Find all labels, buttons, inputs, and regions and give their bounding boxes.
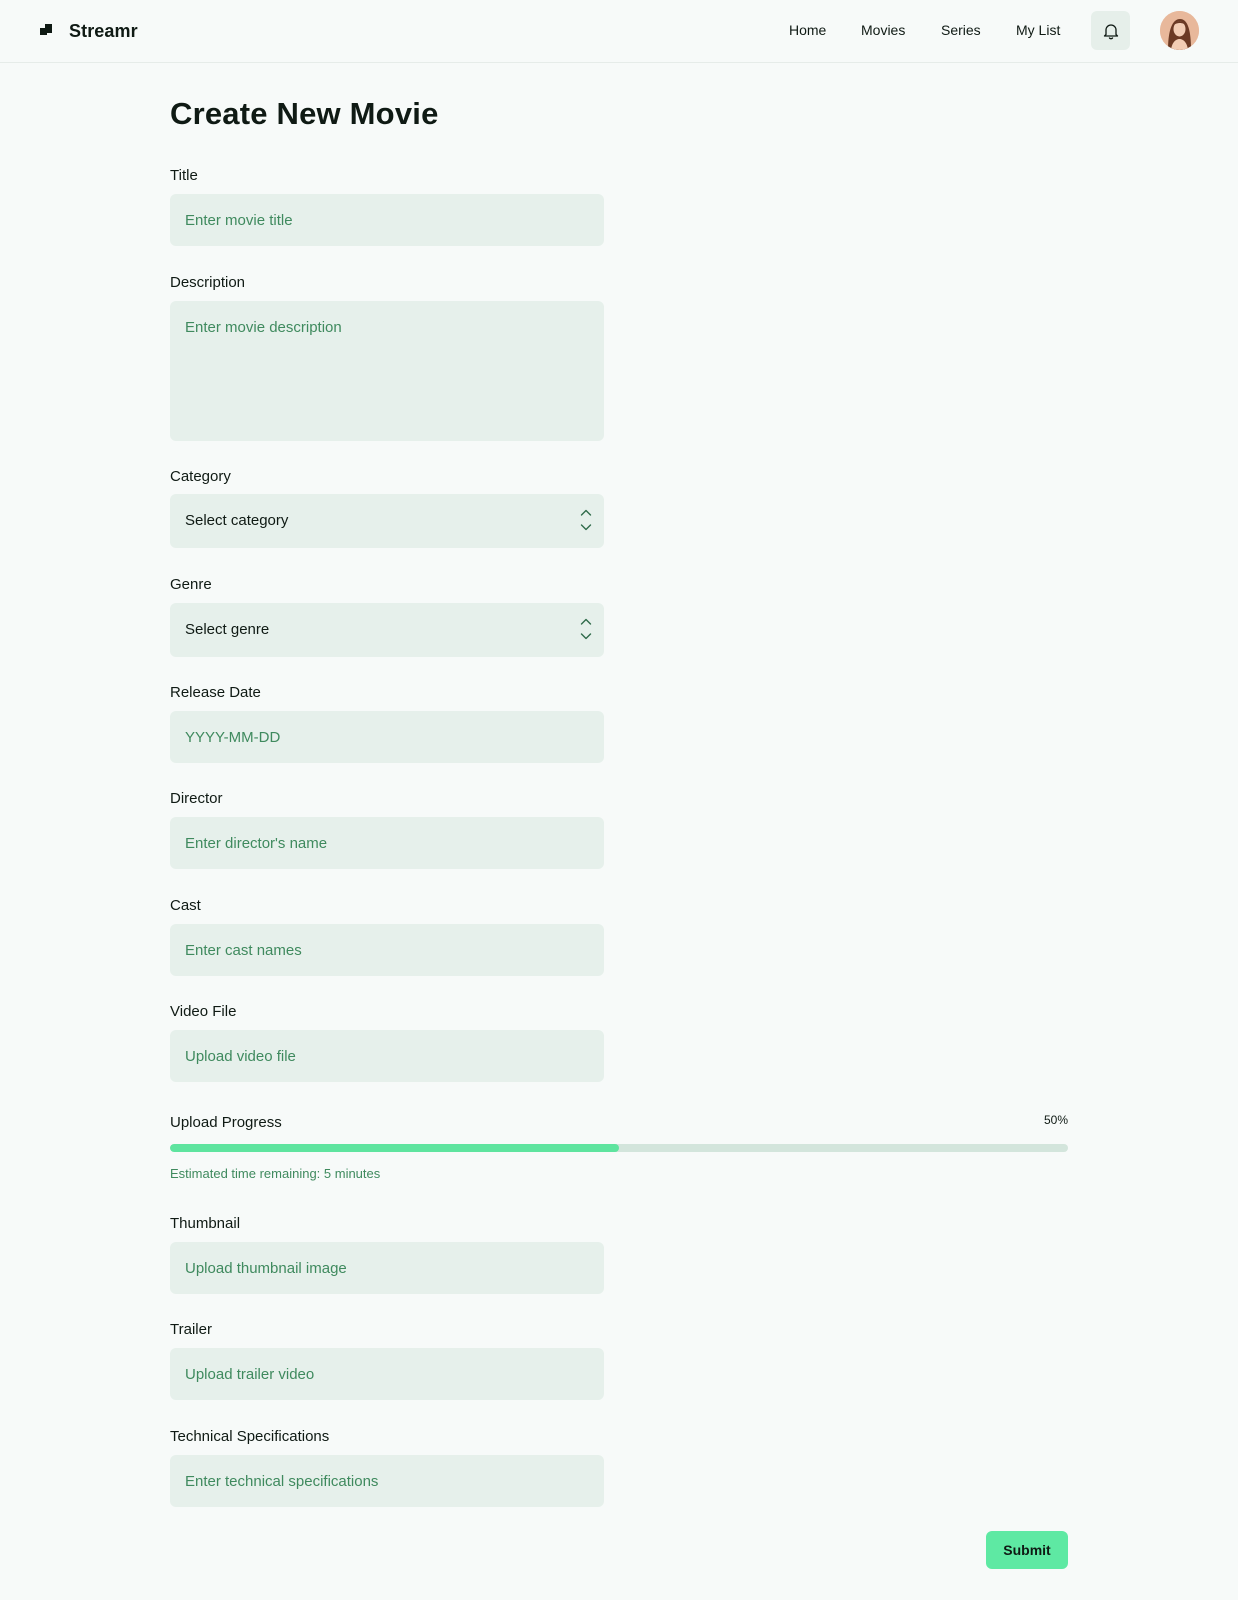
brand-name: Streamr	[69, 20, 138, 41]
top-navbar: Streamr Home Movies Series My List	[0, 0, 1238, 63]
nav-series[interactable]: Series	[941, 22, 981, 38]
release-date-input[interactable]	[170, 711, 604, 763]
page-title: Create New Movie	[170, 96, 439, 131]
cast-label: Cast	[170, 897, 201, 914]
chevron-updown-icon	[580, 509, 592, 531]
thumbnail-input[interactable]	[170, 1242, 604, 1294]
upload-time-remaining: Estimated time remaining: 5 minutes	[170, 1166, 381, 1181]
trailer-input[interactable]	[170, 1348, 604, 1400]
genre-label: Genre	[170, 576, 212, 593]
cast-input[interactable]	[170, 924, 604, 976]
genre-select[interactable]: Select genre	[170, 603, 604, 657]
description-textarea[interactable]	[170, 301, 604, 441]
nav-movies[interactable]: Movies	[861, 22, 905, 38]
category-select-value: Select category	[185, 512, 289, 529]
tech-specs-input[interactable]	[170, 1455, 604, 1507]
thumbnail-label: Thumbnail	[170, 1215, 241, 1232]
user-avatar[interactable]	[1160, 11, 1199, 50]
submit-button[interactable]: Submit	[986, 1531, 1068, 1569]
tech-specs-label: Technical Specifications	[170, 1428, 330, 1445]
description-label: Description	[170, 274, 246, 291]
video-file-label: Video File	[170, 1003, 237, 1020]
bell-icon	[1103, 23, 1118, 39]
director-label: Director	[170, 790, 223, 807]
genre-select-value: Select genre	[185, 621, 270, 638]
video-file-input[interactable]	[170, 1030, 604, 1082]
nav-my-list[interactable]: My List	[1016, 22, 1060, 38]
upload-progress-percent: 50%	[1043, 1113, 1068, 1127]
title-input[interactable]	[170, 194, 604, 246]
director-input[interactable]	[170, 817, 604, 869]
notifications-button[interactable]	[1091, 11, 1130, 50]
chevron-updown-icon	[580, 618, 592, 640]
upload-progress-bar	[170, 1144, 1068, 1152]
trailer-label: Trailer	[170, 1321, 212, 1338]
upload-progress-fill	[170, 1144, 619, 1152]
upload-progress-label: Upload Progress	[170, 1114, 282, 1131]
title-label: Title	[170, 167, 198, 184]
nav-home[interactable]: Home	[789, 22, 826, 38]
release-date-label: Release Date	[170, 684, 261, 701]
category-select[interactable]: Select category	[170, 494, 604, 548]
logo-icon	[40, 24, 54, 38]
brand[interactable]: Streamr	[40, 19, 138, 43]
category-label: Category	[170, 468, 231, 485]
